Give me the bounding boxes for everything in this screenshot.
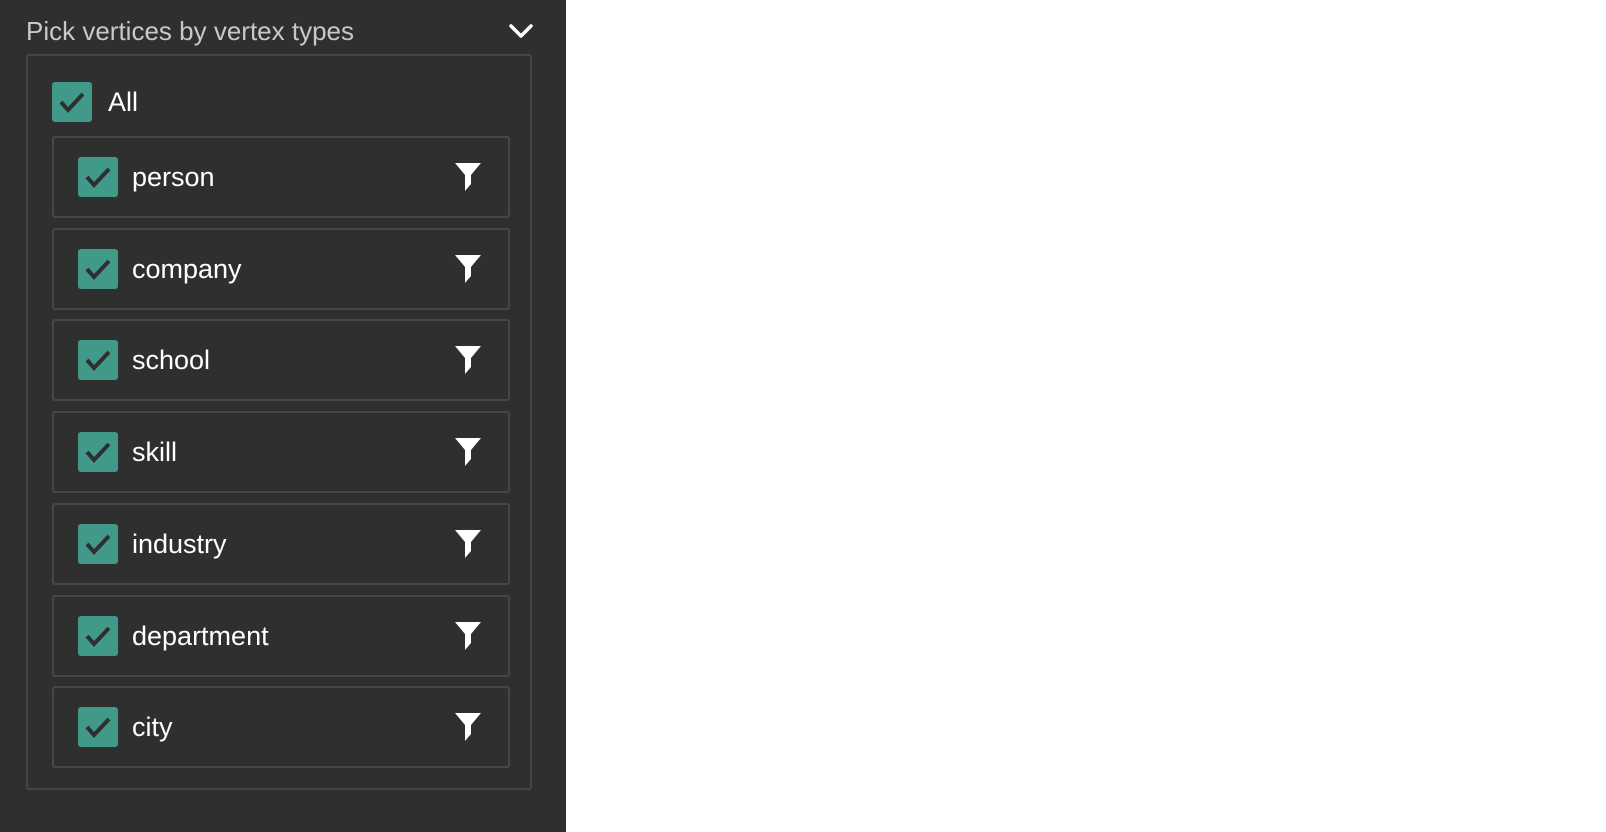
vertex-type-label: company xyxy=(132,253,242,284)
chevron-down-icon[interactable] xyxy=(506,14,536,48)
check-icon xyxy=(85,351,111,372)
filter-icon[interactable] xyxy=(452,527,484,561)
vertex-type-item-company: company xyxy=(52,227,510,310)
city-checkbox[interactable] xyxy=(78,707,118,748)
vertex-type-item-city: city xyxy=(52,686,510,769)
skill-checkbox[interactable] xyxy=(78,432,118,473)
check-icon xyxy=(85,442,111,464)
vertex-type-panel: Pick vertices by vertex types All person… xyxy=(0,0,566,832)
panel-title: Pick vertices by vertex types xyxy=(26,16,354,46)
filter-icon[interactable] xyxy=(452,160,484,194)
filter-icon[interactable] xyxy=(452,343,484,377)
department-checkbox[interactable] xyxy=(78,615,118,656)
vertex-type-item-school: school xyxy=(52,319,510,402)
school-checkbox[interactable] xyxy=(78,340,118,381)
check-icon xyxy=(59,92,85,113)
vertex-type-item-skill: skill xyxy=(52,411,510,494)
vertex-type-item-person: person xyxy=(52,136,510,218)
vertex-type-label: city xyxy=(132,712,173,743)
person-checkbox[interactable] xyxy=(78,157,118,197)
check-icon xyxy=(85,167,111,188)
filter-icon[interactable] xyxy=(452,252,484,286)
vertex-type-label: industry xyxy=(132,528,227,559)
check-icon xyxy=(85,259,111,280)
vertex-type-label: school xyxy=(132,345,211,376)
check-icon xyxy=(85,717,111,739)
filter-icon[interactable] xyxy=(452,710,484,744)
company-checkbox[interactable] xyxy=(78,248,118,289)
filter-icon[interactable] xyxy=(452,435,484,469)
vertex-type-item-department: department xyxy=(52,594,510,677)
vertex-type-label: person xyxy=(132,162,215,192)
industry-checkbox[interactable] xyxy=(78,523,118,564)
select-all-row[interactable]: All xyxy=(52,82,138,122)
vertex-type-group: All person company school skill industry… xyxy=(26,54,532,790)
vertex-type-label: skill xyxy=(132,437,177,468)
select-all-label: All xyxy=(108,86,139,117)
check-icon xyxy=(85,626,111,647)
panel-header[interactable]: Pick vertices by vertex types xyxy=(26,14,536,48)
filter-icon[interactable] xyxy=(452,619,484,653)
vertex-type-label: department xyxy=(132,620,269,651)
select-all-checkbox[interactable] xyxy=(52,82,92,122)
vertex-type-item-industry: industry xyxy=(52,502,510,585)
check-icon xyxy=(85,534,111,555)
